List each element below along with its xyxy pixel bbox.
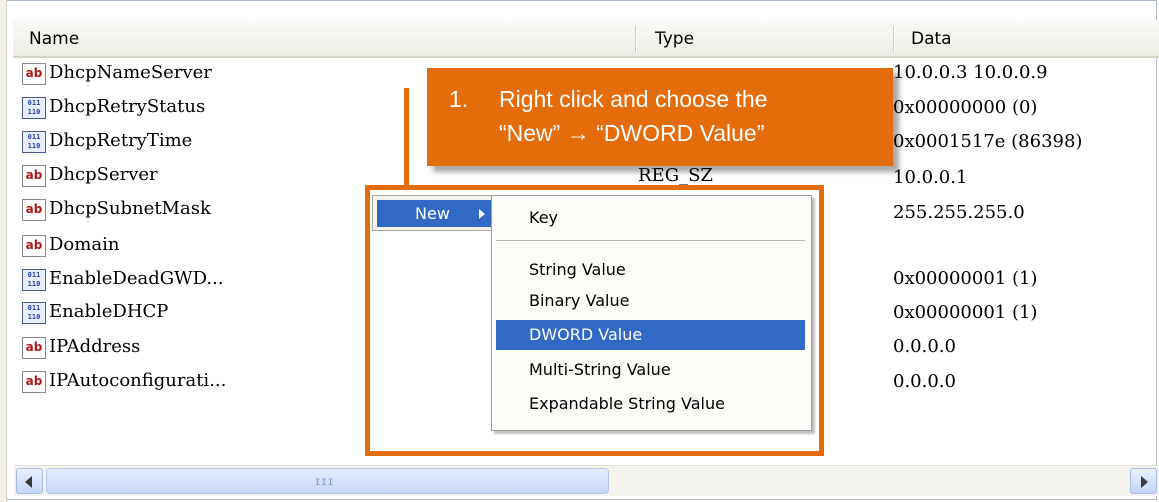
value-data: 255.255.255.0 (893, 202, 1025, 223)
string-value-icon: ab (22, 165, 46, 187)
string-value-icon: ab (22, 235, 46, 257)
value-name: Domain (49, 234, 120, 255)
callout-line-2: “New” → “DWORD Value” (499, 120, 765, 146)
scroll-right-button[interactable] (1130, 468, 1157, 494)
value-data: 0x00000001 (1) (893, 302, 1038, 323)
column-header: Name Type Data (13, 20, 1159, 58)
value-data: 0.0.0.0 (893, 371, 956, 392)
string-value-icon: ab (22, 199, 46, 221)
scroll-left-icon (25, 476, 32, 488)
column-header-type[interactable]: Type (639, 20, 893, 56)
value-name: DhcpNameServer (49, 62, 212, 83)
value-name: IPAutoconfigurati... (49, 370, 227, 391)
column-separator[interactable] (893, 26, 894, 52)
value-data: 0x00000001 (1) (893, 268, 1038, 289)
callout-line-1: Right click and choose the (499, 86, 768, 112)
value-data: 0x0001517e (86398) (893, 131, 1083, 152)
binary-value-icon: 011 110 (22, 302, 46, 324)
string-value-icon: ab (22, 337, 46, 359)
callout-number: 1. (449, 86, 469, 112)
string-value-icon: ab (22, 371, 46, 393)
value-name: EnableDeadGWD... (49, 268, 224, 289)
value-data: 0x00000000 (0) (893, 97, 1038, 118)
binary-value-icon: 011 110 (22, 131, 46, 153)
string-value-icon: ab (22, 63, 46, 85)
binary-value-icon: 011 110 (22, 97, 46, 119)
instruction-callout: 1. Right click and choose the “New” → “D… (427, 68, 893, 166)
value-name: IPAddress (49, 336, 141, 357)
grip-icon: III (315, 478, 335, 488)
value-data: 10.0.0.1 (893, 167, 968, 188)
binary-value-icon: 011 110 (22, 269, 46, 291)
callout-pointer (404, 88, 409, 188)
value-type: REG_SZ (638, 165, 713, 186)
value-data: 10.0.0.3 10.0.0.9 (893, 62, 1048, 83)
window-left-edge (0, 0, 7, 502)
value-name: DhcpSubnetMask (49, 198, 211, 219)
column-separator[interactable] (635, 26, 636, 52)
value-data: 0.0.0.0 (893, 336, 956, 357)
scrollbar-thumb[interactable]: III (46, 468, 609, 494)
highlight-box (365, 185, 824, 456)
column-header-name[interactable]: Name (13, 20, 635, 56)
value-name: DhcpServer (49, 164, 158, 185)
column-header-data[interactable]: Data (895, 20, 1159, 56)
horizontal-scrollbar[interactable]: III (14, 465, 1159, 496)
scroll-left-button[interactable] (16, 468, 43, 494)
scroll-right-icon (1141, 476, 1148, 488)
value-name: DhcpRetryStatus (49, 96, 206, 117)
value-name: DhcpRetryTime (49, 130, 193, 151)
value-name: EnableDHCP (49, 301, 169, 322)
